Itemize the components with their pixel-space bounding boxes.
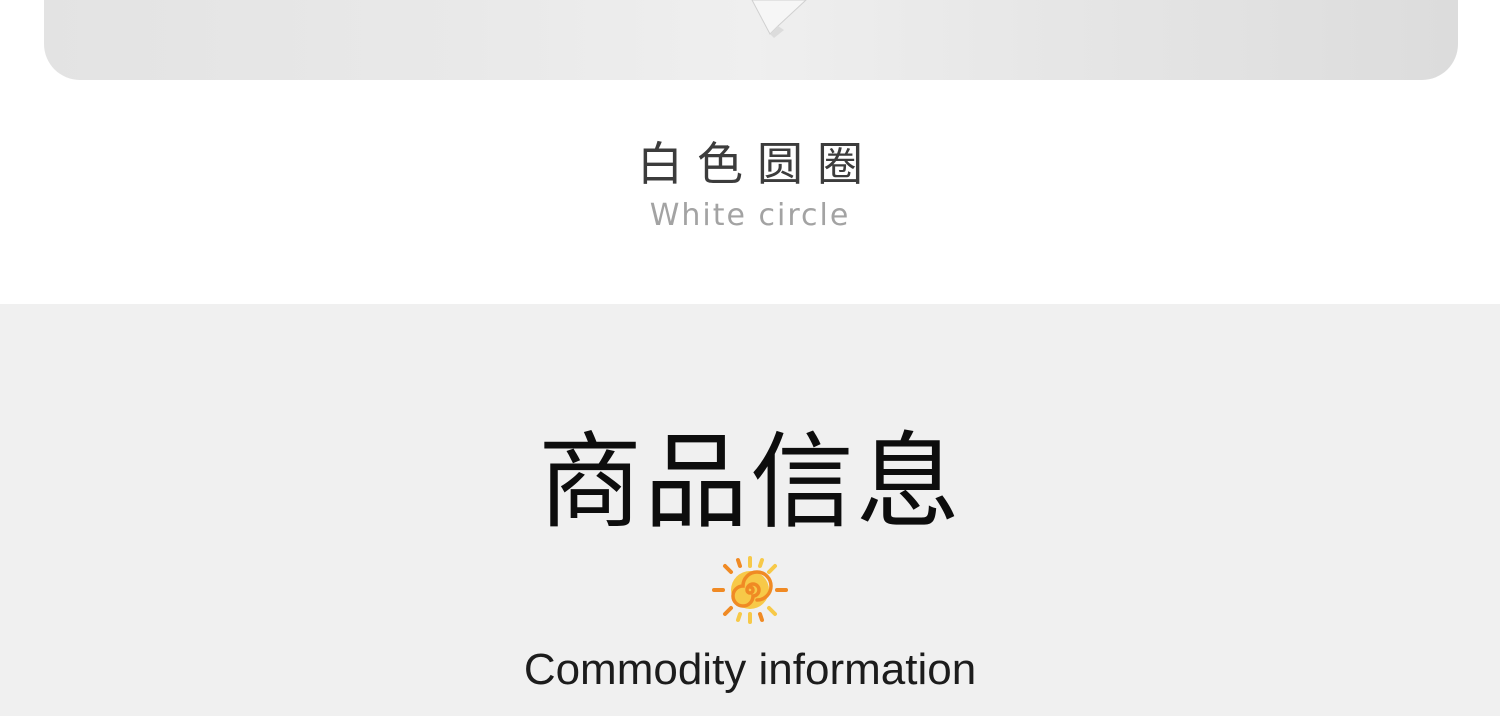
glass-shard-image [751,0,807,38]
variant-title: 白色圆圈 [637,137,877,191]
sun-icon [712,556,788,624]
variant-subtitle: White circle [649,198,851,233]
product-photo [44,0,1458,80]
section-subtitle: Commodity information [523,645,977,694]
commodity-info-section: 商品信息 Commodity information [0,304,1500,716]
variant-caption: 白色圆圈 White circle [0,80,1500,304]
section-title: 商品信息 [537,421,962,543]
